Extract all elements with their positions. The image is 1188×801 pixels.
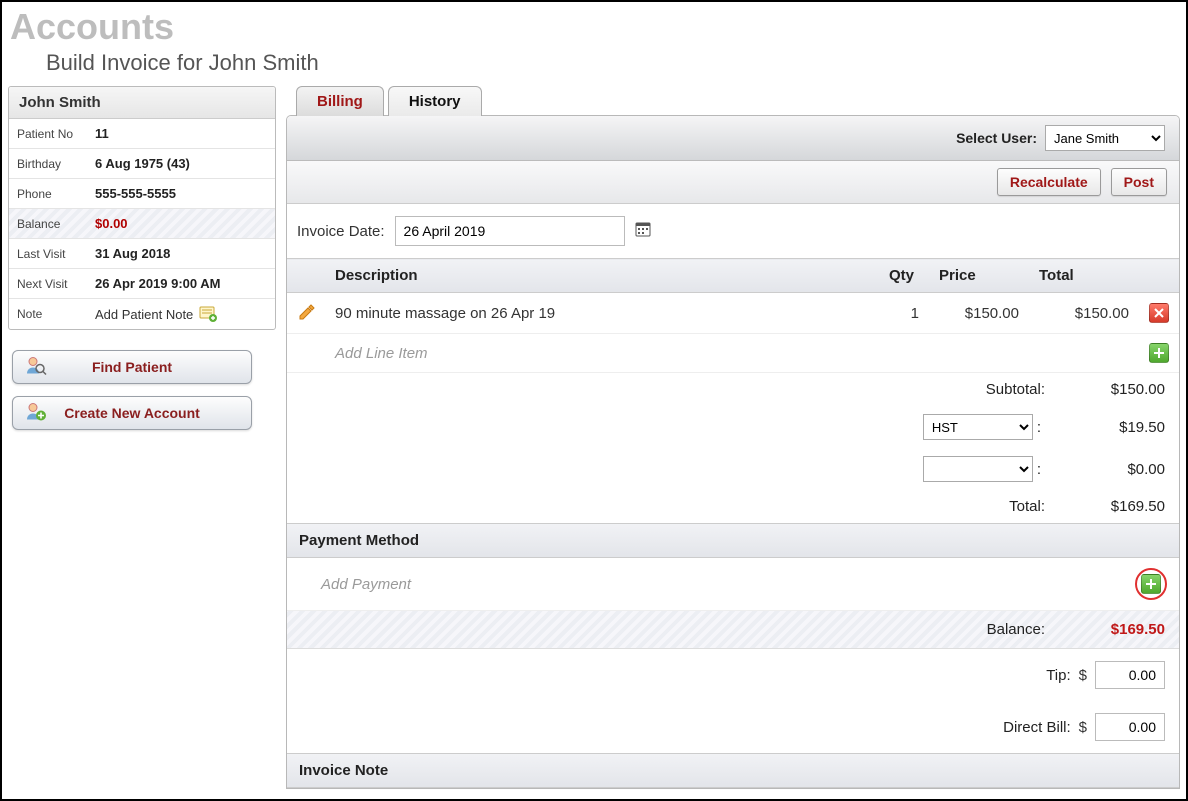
select-user-dropdown[interactable]: Jane Smith (1045, 125, 1165, 151)
total-value: $169.50 (1055, 498, 1165, 515)
lastvisit-value: 31 Aug 2018 (95, 246, 267, 261)
phone-value: 555-555-5555 (95, 186, 267, 201)
col-total: Total (1029, 259, 1139, 293)
add-payment-button[interactable] (1141, 574, 1161, 594)
add-note-icon[interactable] (199, 306, 217, 322)
tax1-value: $19.50 (1055, 419, 1165, 436)
tip-input[interactable] (1095, 661, 1165, 689)
patient-name: John Smith (9, 87, 275, 119)
col-price: Price (929, 259, 1029, 293)
add-line-button[interactable] (1149, 343, 1169, 363)
line-qty: 1 (879, 293, 929, 334)
add-line-placeholder[interactable]: Add Line Item (325, 334, 879, 373)
tab-history[interactable]: History (388, 86, 482, 116)
col-description: Description (325, 259, 879, 293)
edit-line-icon[interactable] (297, 307, 315, 324)
lastvisit-label: Last Visit (17, 247, 95, 261)
patient-no-label: Patient No (17, 127, 95, 141)
add-line-row[interactable]: Add Line Item (287, 334, 1179, 373)
tax1-select[interactable]: HST (923, 414, 1033, 440)
note-label: Note (17, 307, 95, 321)
tip-currency: $ (1079, 667, 1087, 684)
invoice-date-input[interactable] (395, 216, 625, 246)
nextvisit-value: 26 Apr 2019 9:00 AM (95, 276, 267, 291)
phone-label: Phone (17, 187, 95, 201)
patient-no-value: 11 (95, 126, 267, 141)
patient-balance-value: $0.00 (95, 216, 267, 231)
person-search-icon (25, 355, 47, 380)
birthday-label: Birthday (17, 157, 95, 171)
directbill-currency: $ (1079, 719, 1087, 736)
col-qty: Qty (879, 259, 929, 293)
payment-method-header: Payment Method (287, 523, 1179, 558)
tax2-select[interactable] (923, 456, 1033, 482)
balance-due-value: $169.50 (1055, 621, 1165, 638)
recalculate-button[interactable]: Recalculate (997, 168, 1101, 196)
add-patient-note-link[interactable]: Add Patient Note (95, 307, 193, 322)
tax2-value: $0.00 (1055, 461, 1165, 478)
page-title: Accounts (10, 6, 1186, 48)
create-account-label: Create New Account (64, 405, 200, 421)
add-payment-placeholder[interactable]: Add Payment (299, 576, 411, 593)
line-item-row: 90 minute massage on 26 Apr 19 1 $150.00… (287, 293, 1179, 334)
create-account-button[interactable]: Create New Account (12, 396, 252, 430)
balance-due-label: Balance: (915, 621, 1045, 638)
post-button[interactable]: Post (1111, 168, 1167, 196)
page-subtitle: Build Invoice for John Smith (10, 48, 1186, 86)
highlight-circle (1135, 568, 1167, 600)
invoice-date-label: Invoice Date: (297, 223, 385, 240)
find-patient-label: Find Patient (92, 359, 172, 375)
select-user-label: Select User: (956, 130, 1037, 146)
tax2-colon: : (1033, 461, 1045, 478)
directbill-label: Direct Bill: (941, 719, 1071, 736)
line-price: $150.00 (929, 293, 1029, 334)
tab-billing[interactable]: Billing (296, 86, 384, 116)
delete-line-button[interactable] (1149, 303, 1169, 323)
line-description: 90 minute massage on 26 Apr 19 (325, 293, 879, 334)
tax1-colon: : (1033, 419, 1045, 436)
subtotal-label: Subtotal: (915, 381, 1045, 398)
person-add-icon (25, 401, 47, 426)
total-label: Total: (915, 498, 1045, 515)
tip-label: Tip: (941, 667, 1071, 684)
invoice-note-header: Invoice Note (287, 753, 1179, 788)
line-total: $150.00 (1029, 293, 1139, 334)
subtotal-value: $150.00 (1055, 381, 1165, 398)
patient-card: John Smith Patient No 11 Birthday 6 Aug … (8, 86, 276, 330)
balance-label: Balance (17, 217, 95, 231)
nextvisit-label: Next Visit (17, 277, 95, 291)
find-patient-button[interactable]: Find Patient (12, 350, 252, 384)
birthday-value: 6 Aug 1975 (43) (95, 156, 267, 171)
calendar-icon[interactable] (635, 221, 651, 242)
directbill-input[interactable] (1095, 713, 1165, 741)
